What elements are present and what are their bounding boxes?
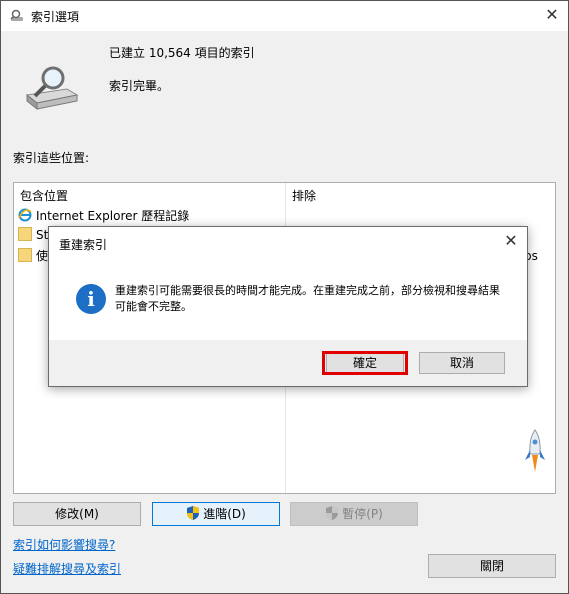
- close-button[interactable]: 關閉: [428, 554, 556, 578]
- list-item-label: Internet Explorer 歷程記錄: [36, 209, 190, 223]
- title-bar: 索引選項 ✕: [1, 1, 568, 31]
- indexing-magnifier-drive-icon: [25, 66, 79, 111]
- cancel-button[interactable]: 取消: [419, 352, 505, 374]
- column-header-excluded[interactable]: 排除: [292, 187, 316, 204]
- list-item[interactable]: 使: [18, 247, 48, 265]
- info-icon: i: [76, 284, 106, 314]
- window-close-button[interactable]: ✕: [544, 7, 560, 23]
- troubleshoot-search-link[interactable]: 疑難排解搜尋及索引: [13, 560, 121, 577]
- ok-button-highlight: [322, 351, 408, 375]
- indexing-options-icon: [10, 9, 23, 21]
- rocket-icon: [525, 429, 545, 472]
- dialog-title: 重建索引: [59, 238, 108, 252]
- dialog-close-button[interactable]: ✕: [503, 233, 519, 249]
- advanced-button[interactable]: 進階(D): [152, 502, 280, 526]
- pause-button: 暫停(P): [290, 502, 418, 526]
- list-item-label: 使: [36, 249, 49, 263]
- folder-icon: [18, 248, 32, 262]
- modify-button[interactable]: 修改(M): [13, 502, 141, 526]
- uac-shield-icon: [326, 506, 339, 520]
- window-title: 索引選項: [31, 10, 80, 24]
- column-header-included[interactable]: 包含位置: [20, 187, 68, 204]
- indexed-count-text: 已建立 10,564 項目的索引: [109, 46, 255, 60]
- advanced-button-label: 進階(D): [203, 507, 246, 521]
- rebuild-index-dialog: 重建索引 ✕ i 重建索引可能需要很長的時間才能完成。在重建完成之前，部分檢視和…: [48, 226, 528, 387]
- folder-icon: [18, 227, 32, 241]
- index-status-text: 索引完畢。: [109, 79, 170, 93]
- how-indexing-affects-search-link[interactable]: 索引如何影響搜尋?: [13, 536, 115, 553]
- list-item[interactable]: Internet Explorer 歷程記錄: [18, 207, 189, 225]
- dialog-message: 重建索引可能需要很長的時間才能完成。在重建完成之前，部分檢視和搜尋結果可能會不完…: [115, 284, 500, 313]
- uac-shield-icon: [187, 506, 200, 520]
- index-locations-label: 索引這些位置:: [13, 151, 90, 165]
- pause-button-label: 暫停(P): [342, 507, 383, 521]
- ie-icon: [18, 208, 32, 222]
